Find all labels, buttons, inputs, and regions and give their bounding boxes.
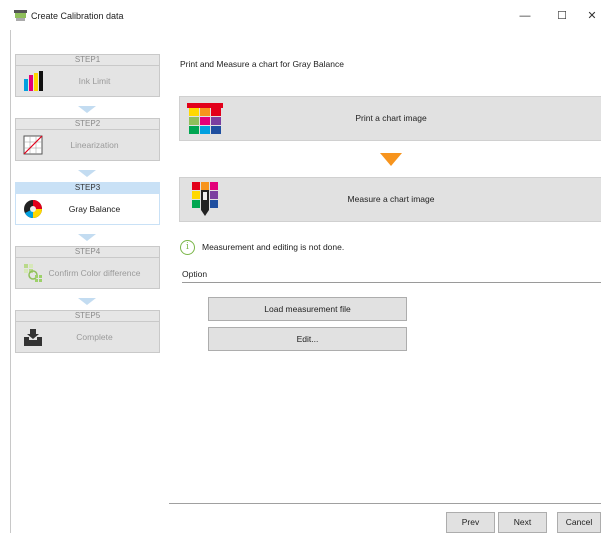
close-button[interactable]: ✕ [578,6,601,26]
step-complete[interactable]: Complete [15,321,160,353]
step-linearization[interactable]: Linearization [15,129,160,161]
minimize-button[interactable]: — [511,6,539,26]
measure-chart-label: Measure a chart image [347,194,435,204]
step5-header: STEP5 [15,310,160,321]
step-label: Confirm Color difference [48,268,141,278]
window-left-border [10,30,11,533]
print-chart-label: Print a chart image [355,113,427,123]
step-label: Gray Balance [68,204,121,214]
step-gray-balance[interactable]: Gray Balance [15,193,160,225]
step-arrow-icon [78,170,96,177]
status-message: Measurement and editing is not done. [202,242,345,252]
measure-chart-button[interactable]: Measure a chart image [179,177,601,222]
maximize-button[interactable]: ☐ [548,6,576,26]
option-divider [182,282,601,283]
step-arrow-icon [78,106,96,113]
step-label: Linearization [70,140,119,150]
cancel-button[interactable]: Cancel [557,512,601,533]
step-arrow-icon [78,298,96,305]
title-bar: Create Calibration data — ☐ ✕ [0,0,601,30]
step-label: Complete [76,332,113,342]
prev-button[interactable]: Prev [446,512,495,533]
step3-header: STEP3 [15,182,160,193]
next-button[interactable]: Next [498,512,547,533]
print-chart-button[interactable]: Print a chart image [179,96,601,141]
footer-divider [169,503,601,504]
orange-arrow-icon [380,153,402,166]
step1-header: STEP1 [15,54,160,65]
step-label: Ink Limit [78,76,111,86]
info-icon: i [180,240,195,255]
step-arrow-icon [78,234,96,241]
step-confirm-color-difference[interactable]: Confirm Color difference [15,257,160,289]
step2-header: STEP2 [15,118,160,129]
step-ink-limit[interactable]: Ink Limit [15,65,160,97]
page-heading: Print and Measure a chart for Gray Balan… [180,59,344,69]
step4-header: STEP4 [15,246,160,257]
printer-app-icon [14,10,27,21]
edit-button[interactable]: Edit... [208,327,407,351]
option-section-label: Option [182,269,208,279]
load-measurement-file-button[interactable]: Load measurement file [208,297,407,321]
window-title: Create Calibration data [31,11,124,21]
